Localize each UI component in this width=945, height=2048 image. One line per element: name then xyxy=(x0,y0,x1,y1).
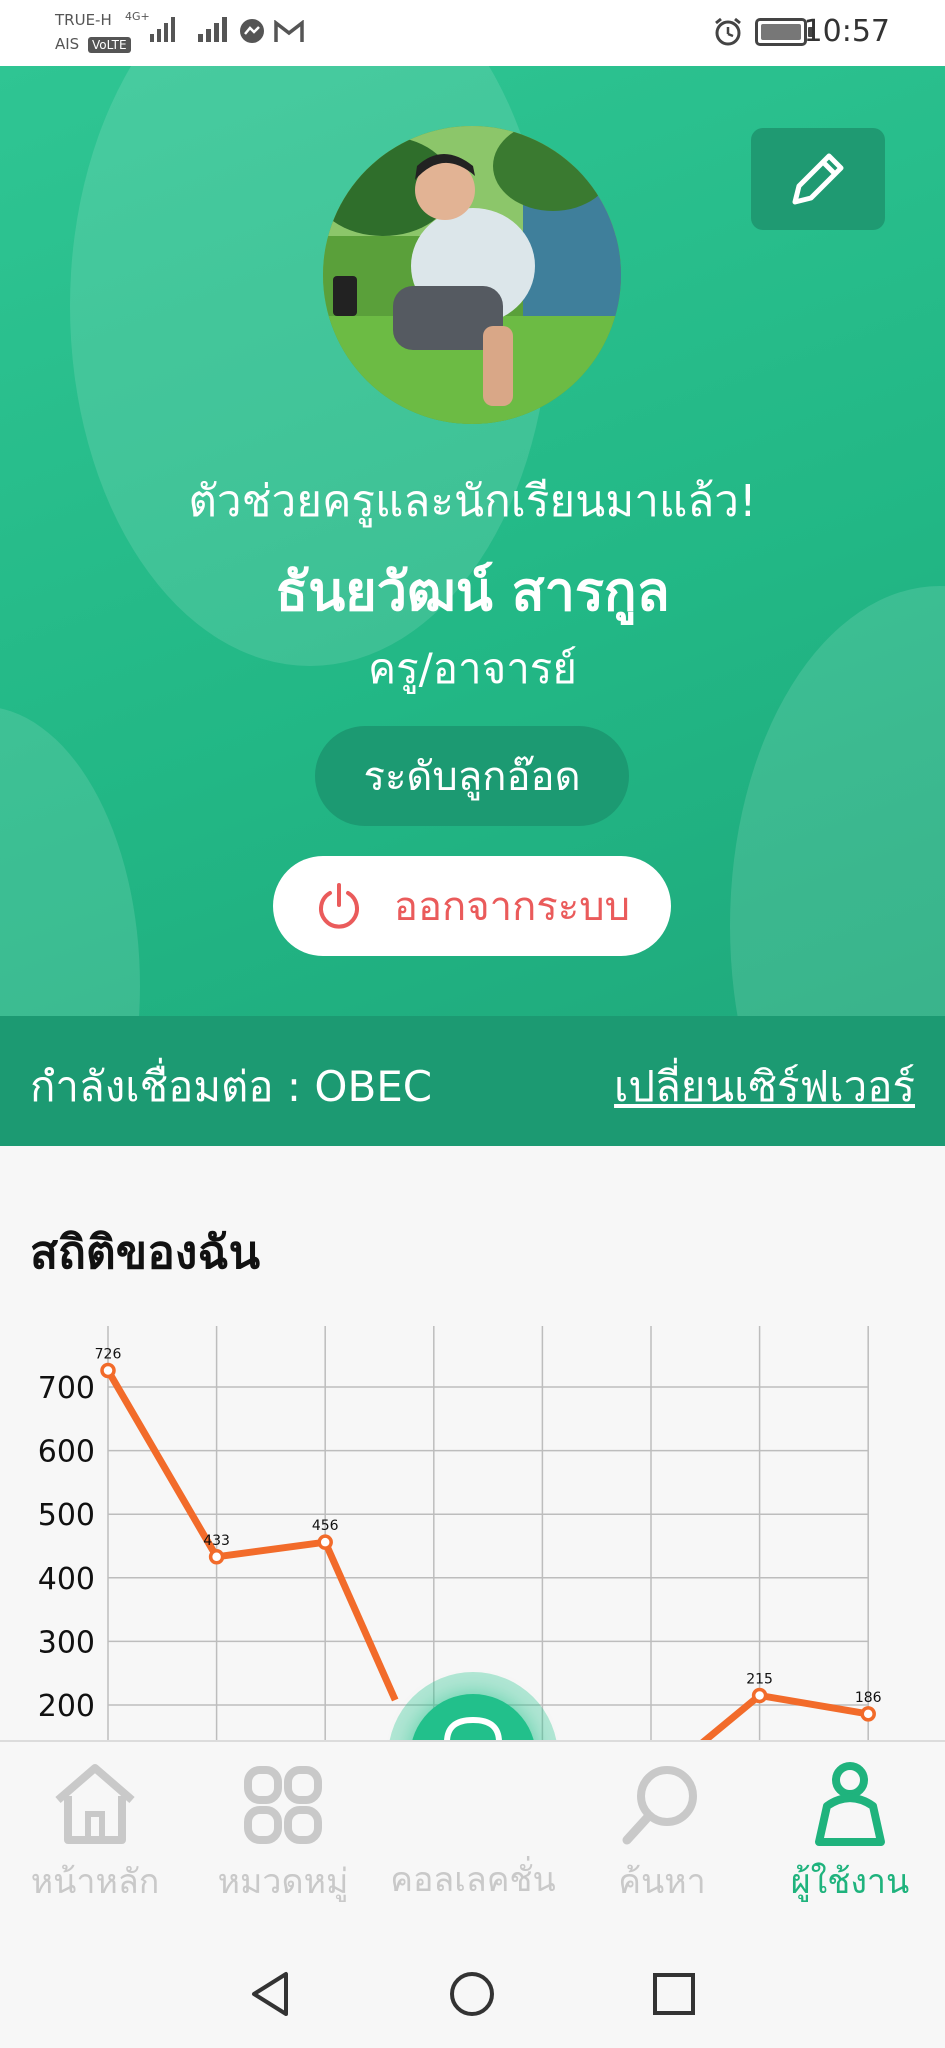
bottom-nav: หน้าหลัก หมวดหมู่ ค้นหา ผู้ใช้งาน xyxy=(0,1740,945,1936)
pencil-icon xyxy=(792,153,844,205)
volte-badge: VoLTE xyxy=(88,37,131,53)
messenger-icon xyxy=(240,19,264,43)
y-tick-label: 200 xyxy=(38,1689,95,1724)
home-circle-icon[interactable] xyxy=(448,1970,496,2018)
level-label: ระดับลูกอ๊อด xyxy=(363,754,581,800)
alarm-icon xyxy=(715,17,741,46)
signal-icon xyxy=(150,17,175,42)
user-icon xyxy=(815,1762,885,1846)
level-badge: ระดับลูกอ๊อด xyxy=(315,726,629,826)
edit-profile-button[interactable] xyxy=(751,128,885,230)
carrier-2: AIS xyxy=(55,35,80,53)
data-label: 215 xyxy=(746,1671,773,1687)
nav-home[interactable]: หน้าหลัก xyxy=(0,1760,190,1908)
signal-icon-2 xyxy=(198,17,227,42)
y-tick-label: 400 xyxy=(38,1562,95,1597)
data-point xyxy=(208,1549,225,1565)
clock: 10:57 xyxy=(803,14,890,49)
series-line-segment xyxy=(697,1692,762,1748)
logout-button[interactable]: ออกจากระบบ xyxy=(273,856,671,956)
home-icon xyxy=(55,1764,135,1844)
y-tick-label: 300 xyxy=(38,1625,95,1660)
gmail-icon xyxy=(274,20,304,42)
avatar-photo xyxy=(323,126,621,424)
y-tick-label: 700 xyxy=(38,1371,95,1406)
category-icon xyxy=(244,1766,322,1844)
data-label: 456 xyxy=(312,1518,339,1534)
search-icon xyxy=(622,1766,697,1845)
series-line-segment xyxy=(322,1540,399,1702)
data-point xyxy=(860,1706,876,1722)
carrier-1: TRUE-H xyxy=(55,11,112,29)
profile-header: ตัวช่วยครูและนักเรียนมาแล้ว! ธันยวัฒน์ ส… xyxy=(0,66,945,1146)
data-label: 433 xyxy=(203,1533,230,1549)
back-icon[interactable] xyxy=(248,1970,292,2018)
nav-search[interactable]: ค้นหา xyxy=(567,1760,757,1908)
avatar[interactable] xyxy=(323,126,621,424)
server-status: กำลังเชื่อมต่อ : OBEC xyxy=(30,1062,433,1111)
system-nav-bar xyxy=(0,1936,945,2048)
nav-user-label: ผู้ใช้งาน xyxy=(790,1862,910,1902)
y-tick-label: 500 xyxy=(38,1498,95,1533)
data-point xyxy=(317,1534,333,1550)
data-point xyxy=(751,1687,768,1704)
y-tick-label: 600 xyxy=(38,1435,95,1470)
carrier-info: TRUE-H AIS VoLTE xyxy=(55,8,131,56)
greeting-text: ตัวช่วยครูและนักเรียนมาแล้ว! xyxy=(188,476,757,527)
data-label: 726 xyxy=(95,1346,122,1362)
nav-category-label: หมวดหมู่ xyxy=(217,1862,349,1902)
power-icon xyxy=(318,883,359,929)
server-bar: กำลังเชื่อมต่อ : OBEC เปลี่ยนเซิร์ฟเวอร์ xyxy=(0,1016,945,1146)
data-label: 186 xyxy=(855,1690,882,1706)
recents-icon[interactable] xyxy=(652,1972,696,2016)
user-name: ธันยวัฒน์ สารกูล xyxy=(275,560,670,623)
data-point xyxy=(100,1362,116,1379)
nav-collection-label[interactable]: คอลเลคชั่น xyxy=(380,1852,566,1906)
nav-search-label: ค้นหา xyxy=(618,1862,706,1902)
logout-label: ออกจากระบบ xyxy=(393,884,631,930)
change-server-link[interactable]: เปลี่ยนเซิร์ฟเวอร์ xyxy=(614,1054,915,1120)
nav-category[interactable]: หมวดหมู่ xyxy=(188,1760,378,1908)
nav-home-label: หน้าหลัก xyxy=(30,1862,160,1902)
status-bar: TRUE-H AIS VoLTE 4G+ 10:57 xyxy=(0,0,945,66)
battery-icon xyxy=(755,18,813,46)
user-role: ครู/อาจารย์ xyxy=(368,644,577,693)
nav-user[interactable]: ผู้ใช้งาน xyxy=(755,1760,945,1908)
stats-title: สถิติของฉัน xyxy=(30,1225,261,1279)
network-type: 4G+ xyxy=(125,10,150,23)
